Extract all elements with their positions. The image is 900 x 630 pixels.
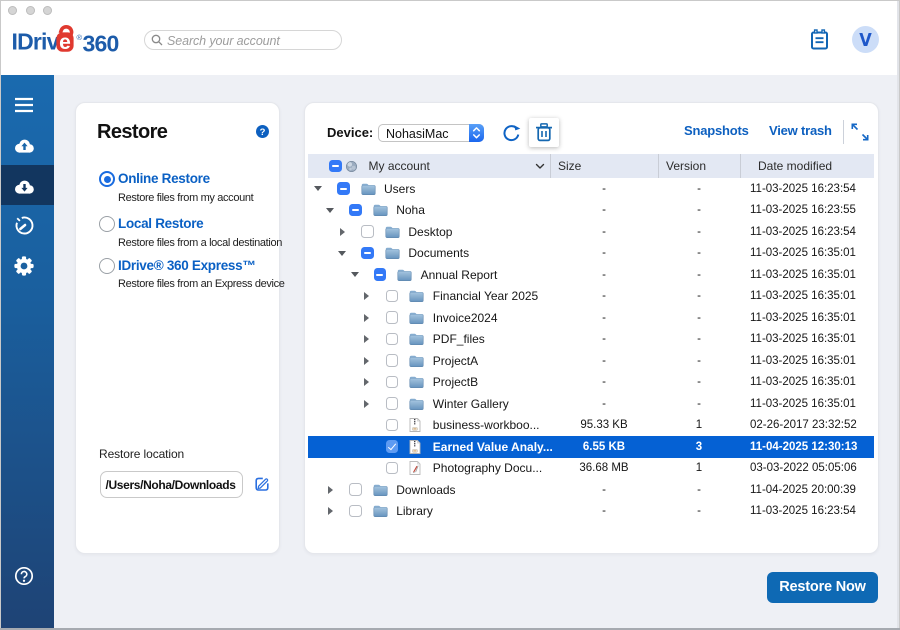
svg-text:IDriv: IDriv — [12, 29, 60, 55]
svg-text:360: 360 — [83, 31, 119, 57]
svg-text:?: ? — [260, 127, 266, 138]
svg-text:e: e — [59, 31, 71, 54]
